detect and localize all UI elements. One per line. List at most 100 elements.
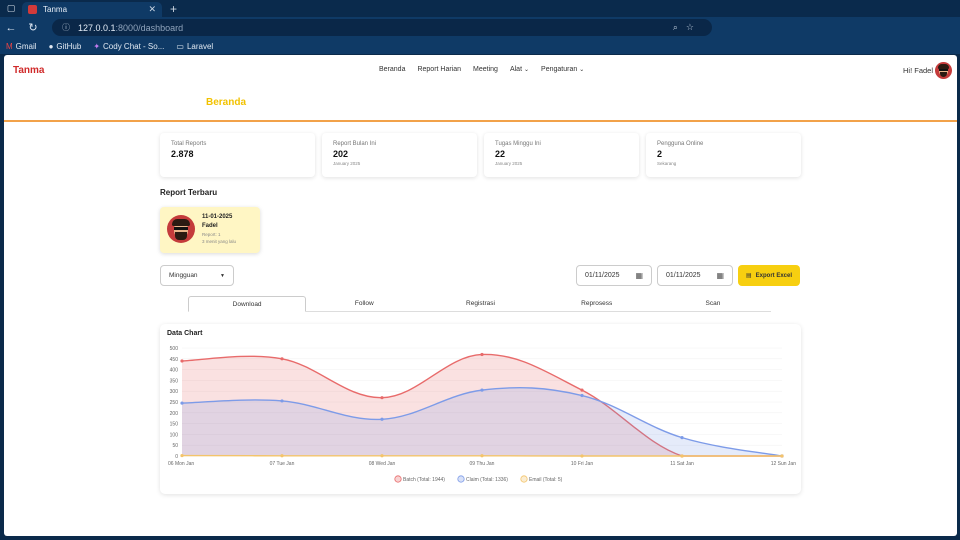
report-time: 3 menit yang lalu [202,239,237,244]
y-tick-label: 100 [170,432,179,438]
data-point [780,454,784,458]
bookmark-github[interactable]: ● GitHub [49,42,82,51]
y-tick-label: 200 [170,411,179,417]
stat-value: 2 [657,149,663,159]
data-point [580,388,584,392]
y-tick-label: 300 [170,389,179,395]
y-tick-label: 500 [170,346,179,352]
x-tick-label: 09 Thu Jan [470,461,495,467]
bookmark-gmail[interactable]: M Gmail [6,42,37,51]
tab-download[interactable]: Download [188,296,307,312]
site-info-icon[interactable]: ⓘ [62,22,70,33]
bookmark-label: Laravel [186,41,214,51]
back-icon[interactable]: ← [0,22,22,34]
recent-report-card[interactable]: 11-01-2025 Fadel Report: 1 3 menit yang … [160,207,260,253]
legend-swatch [457,475,465,483]
github-icon: ● [48,41,54,51]
bookmark-label: Cody Chat - So... [103,41,165,51]
tab-title: Tanma [43,5,68,14]
menu-pengaturan[interactable]: Pengaturan ⌄ [541,66,584,73]
reload-icon[interactable]: ↻ [22,21,44,34]
window-menu-icon[interactable]: ▢ [0,0,22,17]
legend-swatch [394,475,402,483]
stat-label: Total Reports [171,141,207,147]
favorite-star-icon[interactable]: ☆ [686,22,702,32]
main-menu: Beranda Report Harian Meeting Alat ⌄ Peng… [379,66,584,73]
area-chart: 0 50 100 150 200 250 300 350 400 450 500 06 Mon Jan… [168,346,797,483]
export-excel-button[interactable]: ▤ Export Excel [738,265,800,286]
stat-sub: January 2025 [495,161,523,166]
x-tick-label: 07 Tue Jan [270,461,295,467]
page-viewport: Tanma Beranda Report Harian Meeting Alat… [4,55,957,536]
url-host: 127.0.0.1 [78,22,116,33]
data-point [180,453,184,458]
recent-reports-title: Report Terbaru [160,188,218,197]
calendar-icon[interactable]: ▦ [716,271,724,280]
stat-card-tugas-minggu-ini: Tugas Minggu Ini 22 January 2025 [484,133,639,177]
y-tick-label: 450 [170,357,179,363]
close-tab-icon[interactable]: ✕ [148,4,156,15]
page-title: Beranda [206,97,247,108]
date-from-value: 01/11/2025 [585,272,620,279]
stat-sub: Sekarang [657,161,677,166]
data-point [380,454,384,458]
header-divider [4,120,957,122]
data-point [680,454,684,458]
date-to-input[interactable]: 01/11/2025 ▦ [657,265,733,286]
top-navbar: Tanma Beranda Report Harian Meeting Alat… [4,55,957,85]
calendar-icon[interactable]: ▦ [635,271,643,280]
stat-label: Pengguna Online [657,141,704,147]
export-label: Export Excel [755,272,793,279]
y-tick-label: 150 [170,422,179,428]
chevron-down-icon: ⌄ [579,67,585,73]
stat-value: 202 [333,149,349,159]
brand-logo[interactable]: Tanma [13,65,45,76]
new-tab-icon[interactable]: + [170,2,177,16]
menu-meeting[interactable]: Meeting [473,66,498,73]
browser-tab[interactable]: Tanma ✕ [22,2,162,17]
period-select[interactable]: Mingguan ▼ [160,265,234,286]
bookmark-label: GitHub [56,41,82,51]
tab-scan[interactable]: Scan [655,296,771,311]
report-user-name: Fadel [202,223,218,229]
caret-down-icon: ▼ [220,273,225,279]
data-point [280,357,284,361]
menu-pengaturan-label: Pengaturan [541,66,578,73]
bookmark-laravel[interactable]: ▭ Laravel [176,42,213,51]
x-tick-label: 06 Mon Jan [168,461,194,467]
date-from-input[interactable]: 01/11/2025 ▦ [576,265,652,286]
data-point [480,352,484,357]
stat-sub: January 2025 [333,161,361,166]
menu-alat[interactable]: Alat ⌄ [510,66,529,73]
tab-reprosess[interactable]: Reprosess [539,296,655,311]
user-greeting[interactable]: Hi! Fadel [903,66,933,75]
menu-beranda[interactable]: Beranda [379,66,405,73]
bookmark-cody[interactable]: ✦ Cody Chat - So... [93,42,164,51]
stat-card-total-reports: Total Reports 2.878 [160,133,315,177]
zoom-icon[interactable]: ⌕ [673,22,686,32]
legend-swatch [520,475,528,483]
data-point [580,393,584,398]
x-tick-label: 12 Sun Jan [771,461,797,467]
tab-favicon-icon [28,5,37,14]
report-date: 11-01-2025 [202,214,233,220]
data-point [280,454,284,458]
chart-card: Data Chart 0 50 100 150 200 250 300 350 400 450 50… [160,324,801,494]
stat-value: 2.878 [171,149,194,159]
url-bar[interactable]: ⓘ 127.0.0.1:8000/dashboard ⌕☆ [52,19,712,36]
y-tick-label: 400 [170,368,179,374]
browser-tab-bar: ▢ Tanma ✕ + [0,0,960,17]
tab-registrasi[interactable]: Registrasi [422,296,538,311]
data-point [680,436,684,440]
stat-label: Tugas Minggu Ini [495,141,541,147]
chevron-down-icon: ⌄ [524,67,530,73]
tab-follow[interactable]: Follow [306,296,422,311]
data-point [480,388,484,392]
data-point [380,417,384,421]
data-point [180,401,184,405]
y-tick-label: 250 [170,400,179,406]
avatar[interactable] [935,62,952,79]
menu-report-harian[interactable]: Report Harian [417,66,461,73]
stat-card-report-bulan-ini: Report Bulan Ini 202 January 2025 [322,133,477,177]
file-excel-icon: ▤ [745,273,752,279]
